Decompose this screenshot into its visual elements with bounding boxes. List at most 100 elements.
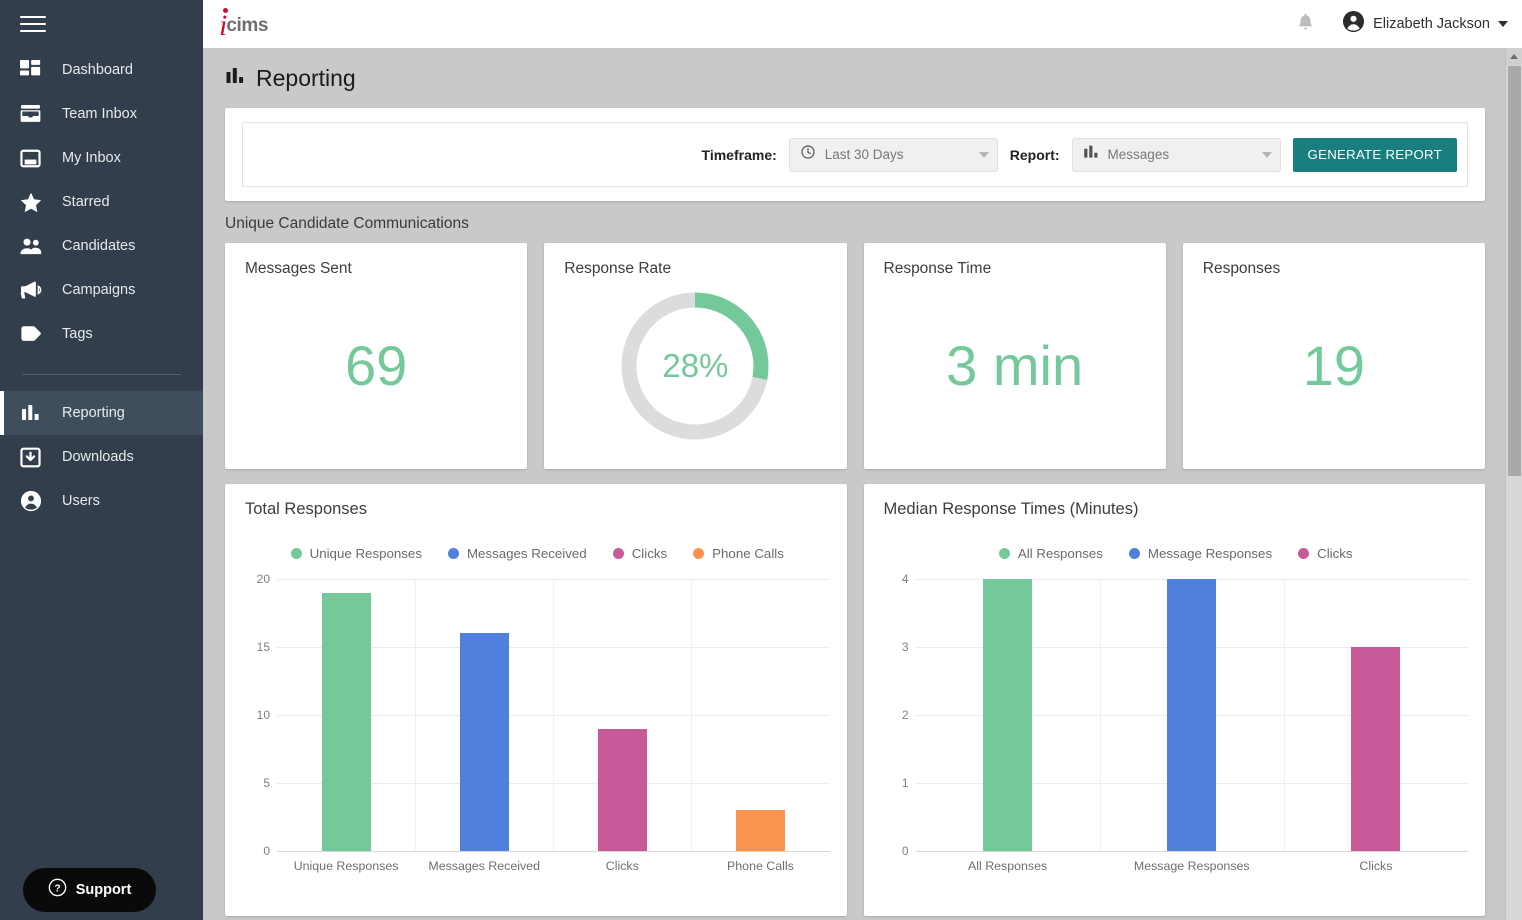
chart-plot-area: 0 5 10 15 20 Unique Responses Messages Receive… <box>245 572 830 879</box>
section-label: Unique Candidate Communications <box>225 215 469 232</box>
legend-item[interactable]: Unique Responses <box>290 546 422 561</box>
team-inbox-icon <box>20 103 46 125</box>
bar[interactable] <box>321 592 371 851</box>
stat-card-row: Messages Sent 69 Response Rate 28% Response … <box>225 243 1485 469</box>
top-bar-right: Elizabeth Jackson <box>1295 10 1508 38</box>
legend-item[interactable]: Clicks <box>1298 546 1353 561</box>
clock-icon <box>800 144 816 165</box>
stat-card-responses: Responses 19 <box>1182 243 1485 469</box>
support-button[interactable]: ? Support <box>23 868 156 912</box>
chevron-down-icon <box>978 151 989 158</box>
y-axis-tick-label: 10 <box>256 708 270 722</box>
sidebar-item-starred[interactable]: Starred <box>0 180 203 224</box>
sidebar-item-label: Team Inbox <box>62 106 137 122</box>
user-name: Elizabeth Jackson <box>1373 16 1490 32</box>
dashboard-icon <box>20 59 46 81</box>
my-inbox-icon <box>20 147 46 169</box>
legend-color-dot <box>998 548 1010 559</box>
star-icon <box>20 191 46 213</box>
sidebar-item-my-inbox[interactable]: My Inbox <box>0 136 203 180</box>
legend-item[interactable]: Messages Received <box>447 546 587 561</box>
legend-label: Message Responses <box>1147 546 1273 561</box>
sidebar-item-campaigns[interactable]: Campaigns <box>0 268 203 312</box>
chevron-down-icon <box>1261 151 1272 158</box>
timeframe-label: Timeframe: <box>701 146 777 163</box>
avatar-icon <box>1342 10 1365 38</box>
report-value: Messages <box>1107 147 1170 162</box>
sidebar-item-dashboard[interactable]: Dashboard <box>0 48 203 92</box>
vertical-scrollbar[interactable] <box>1505 48 1522 920</box>
chart-plot-area: 0 1 2 3 4 All Responses Message Responses Click… <box>884 572 1469 879</box>
legend-color-dot <box>693 548 705 559</box>
stat-card-value: 19 <box>1302 333 1366 397</box>
timeframe-select[interactable]: Last 30 Days <box>788 137 998 172</box>
y-axis-tick-label: 3 <box>901 640 909 654</box>
report-label: Report: <box>1009 146 1060 163</box>
legend-item[interactable]: Message Responses <box>1128 546 1273 561</box>
legend-label: Messages Received <box>466 546 587 561</box>
legend-item[interactable]: Phone Calls <box>693 546 784 561</box>
icims-logo: i cims <box>219 8 269 41</box>
sidebar-item-tags[interactable]: Tags <box>0 312 203 356</box>
bar-chart-icon <box>225 66 245 91</box>
sidebar-divider <box>22 374 181 375</box>
svg-text:?: ? <box>54 883 60 894</box>
stat-card-value: 69 <box>344 333 408 397</box>
legend-item[interactable]: All Responses <box>998 546 1103 561</box>
user-menu[interactable]: Elizabeth Jackson <box>1342 10 1508 38</box>
sidebar-item-label: Downloads <box>62 449 134 465</box>
hamburger-icon <box>20 11 46 37</box>
chart-card-row: Total Responses Unique Responses Messages … <box>225 484 1485 916</box>
chart-card-median-response-times: Median Response Times (Minutes) All Respo… <box>863 484 1485 916</box>
bar[interactable] <box>1351 647 1401 851</box>
y-axis-tick-label: 20 <box>256 572 270 586</box>
bar[interactable] <box>983 579 1033 851</box>
stat-card-messages-sent: Messages Sent 69 <box>225 243 528 469</box>
bar-chart-icon <box>1083 144 1099 165</box>
sidebar-item-users[interactable]: Users <box>0 479 203 523</box>
x-axis: All Responses Message Responses Clicks <box>916 853 1469 879</box>
chart-legend: Unique Responses Messages Received Clicks P… <box>245 546 830 561</box>
sidebar-item-candidates[interactable]: Candidates <box>0 224 203 268</box>
generate-report-button[interactable]: GENERATE REPORT <box>1292 137 1457 172</box>
sidebar-item-label: Dashboard <box>62 62 133 78</box>
scrollbar-thumb[interactable] <box>1508 66 1521 476</box>
bell-icon[interactable] <box>1295 11 1316 38</box>
sidebar-item-reporting[interactable]: Reporting <box>0 391 203 435</box>
y-axis-tick-label: 4 <box>901 572 909 586</box>
question-circle-icon: ? <box>48 878 67 902</box>
report-select[interactable]: Messages <box>1071 137 1281 172</box>
bar[interactable] <box>459 633 509 851</box>
scroll-up-arrow-icon[interactable] <box>1506 48 1522 65</box>
sidebar-item-downloads[interactable]: Downloads <box>0 435 203 479</box>
bar-slot <box>277 579 415 851</box>
page-title: Reporting <box>256 64 356 91</box>
bar-slot <box>916 579 1100 851</box>
main-area: i cims Elizabeth Jackson Reporting Timef… <box>203 0 1522 920</box>
y-axis-tick-label: 15 <box>256 640 270 654</box>
bar-slot <box>553 579 691 851</box>
page-header: Reporting <box>203 48 1522 108</box>
x-axis-tick-label: Phone Calls <box>727 859 794 873</box>
bar[interactable] <box>1167 579 1217 851</box>
chart-legend: All Responses Message Responses Clicks <box>884 546 1469 561</box>
stat-card-response-time: Response Time 3 min <box>863 243 1166 469</box>
sidebar-item-label: Tags <box>62 326 93 342</box>
bar[interactable] <box>597 728 647 851</box>
y-axis: 0 1 2 3 4 <box>884 572 914 858</box>
legend-item[interactable]: Clicks <box>612 546 668 561</box>
sidebar-nav-primary: Dashboard Team Inbox My Inbox Starred Candid… <box>0 48 203 356</box>
sidebar-item-label: My Inbox <box>62 150 121 166</box>
donut-value: 28% <box>662 347 729 384</box>
legend-color-dot <box>1298 548 1310 559</box>
app-root: Dashboard Team Inbox My Inbox Starred Candid… <box>0 0 1522 920</box>
stat-card-response-rate: Response Rate 28% <box>544 243 847 469</box>
hamburger-menu-button[interactable] <box>0 0 203 48</box>
sidebar-item-team-inbox[interactable]: Team Inbox <box>0 92 203 136</box>
timeframe-value: Last 30 Days <box>824 147 904 162</box>
legend-label: Clicks <box>631 546 668 561</box>
bar[interactable] <box>735 810 785 851</box>
x-axis-tick-label: Clicks <box>1359 859 1393 873</box>
legend-color-dot <box>447 548 459 559</box>
filter-inner: Timeframe: Last 30 Days Report: Messages… <box>242 122 1468 187</box>
